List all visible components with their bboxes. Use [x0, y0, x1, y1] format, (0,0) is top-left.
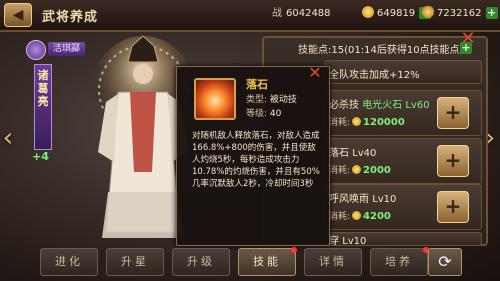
ingot-icon: [422, 6, 434, 18]
buy-skill-points-button[interactable]: +: [460, 42, 472, 54]
coin-icon: [352, 165, 362, 174]
coin-icon: [352, 117, 362, 126]
refresh-icon: ⟳: [438, 252, 452, 271]
gold-counter: 649819+: [362, 6, 432, 22]
hero-plus-level: +4: [32, 150, 49, 163]
skill-level: Lv10: [342, 236, 367, 246]
skill-name: 穿: [329, 236, 339, 246]
bottom-tabbar: 进化 升星 升级 技能 详情 培养: [34, 247, 464, 280]
back-button[interactable]: ◀: [4, 3, 32, 27]
skill-points-value: 15: [331, 45, 345, 56]
cost-value: 120000: [363, 117, 405, 128]
skill-named-level: 电光火石 Lv60: [362, 100, 430, 111]
top-bar: ◀ 武将养成 战6042488 649819+ 7232162+: [0, 0, 500, 32]
popup-skill-type: 类型: 被动技: [246, 92, 297, 105]
skill-row: 穿 Lv10: [324, 232, 482, 246]
popup-skill-level: 等级: 40: [246, 106, 281, 119]
skill-points: 技能点:15(01:14后获得10点技能点): [298, 45, 464, 56]
tab-label: 进化: [55, 255, 83, 268]
tab-label: 培养: [385, 255, 413, 268]
skill-name: 全队攻击加成+12%: [329, 70, 420, 81]
skill-points-timer: (01:14后获得10点技能点): [344, 45, 464, 56]
tab-cultivate[interactable]: 培养: [370, 247, 429, 276]
hero-name: 诸葛亮: [34, 64, 52, 150]
tab-label: 详情: [319, 255, 347, 268]
power-label: 战: [272, 8, 282, 19]
upgrade-skill-button[interactable]: +: [437, 145, 469, 177]
cost-label: 消耗:: [329, 166, 351, 176]
skill-row: 必杀技 电光火石 Lv60 消耗: 120000 +: [324, 90, 482, 136]
type-value: 被动技: [269, 95, 297, 105]
notification-dot-icon: [291, 247, 297, 253]
skill-name: 落石: [329, 148, 349, 159]
skill-cost: 消耗: 120000: [329, 115, 405, 128]
close-popup-icon[interactable]: ✕: [306, 64, 324, 82]
popup-skill-name: 落石: [246, 78, 268, 91]
popup-skill-description: 对随机敌人释放落石，对敌人造成166.8%+800的伤害，并且使敌人灼烧5秒，每…: [192, 131, 320, 189]
add-ingot-button[interactable]: +: [485, 7, 498, 19]
tab-label: 升级: [187, 255, 215, 268]
level-value: 40: [269, 109, 282, 119]
skill-name: 必杀技: [329, 100, 359, 111]
switch-hero-button[interactable]: ⟳: [428, 248, 462, 276]
skill-row: 落石 Lv40 消耗: 2000 +: [324, 138, 482, 184]
cost-label: 消耗:: [329, 212, 351, 222]
skill-row: 全队攻击加成+12%: [324, 60, 482, 84]
hero-tag: 洁琪酃: [48, 42, 86, 56]
tab-evolve[interactable]: 进化: [40, 248, 98, 276]
power-value: 6042488: [286, 8, 331, 19]
skill-cost: 消耗: 2000: [329, 163, 391, 176]
tab-label: 技能: [253, 255, 281, 268]
skill-level: Lv10: [372, 194, 397, 205]
upgrade-skill-button[interactable]: +: [437, 191, 469, 223]
tab-star-up[interactable]: 升星: [106, 248, 164, 276]
skill-name: 呼风唤雨: [329, 194, 369, 205]
upgrade-skill-button[interactable]: +: [437, 97, 469, 129]
gold-value: 649819: [377, 8, 416, 19]
skill-title: 落石 Lv40: [329, 144, 376, 159]
skill-cost: 消耗: 4200: [329, 209, 391, 222]
cost-value: 4200: [363, 211, 391, 222]
legend-badge-icon: [26, 40, 46, 60]
ingot-value: 7232162: [437, 8, 482, 19]
cost-value: 2000: [363, 165, 391, 176]
falling-rock-skill-icon: [194, 78, 236, 120]
tab-details[interactable]: 详情: [304, 248, 362, 276]
skill-title: 呼风唤雨 Lv10: [329, 190, 396, 205]
game-screen: ◀ 武将养成 战6042488 649819+ 7232162+ 洁琪酃 诸葛亮…: [0, 0, 500, 281]
page-title: 武将养成: [42, 10, 99, 25]
level-label: 等级:: [246, 109, 268, 119]
coin-icon: [352, 211, 362, 220]
cost-label: 消耗:: [329, 118, 351, 128]
skill-title: 穿 Lv10: [329, 233, 367, 246]
tab-label: 升星: [121, 255, 149, 268]
prev-hero-arrow-icon[interactable]: ‹: [0, 118, 16, 158]
tab-skills[interactable]: 技能: [238, 247, 297, 276]
back-arrow-icon: ◀: [12, 7, 24, 23]
ingot-counter: 7232162 +: [422, 6, 498, 22]
battle-power: 战 6042488: [272, 6, 331, 22]
skill-row: 呼风唤雨 Lv10 消耗: 4200 +: [324, 184, 482, 230]
skill-points-label: 技能点: [298, 45, 328, 56]
gold-coin-icon: [362, 6, 374, 18]
skill-level: Lv40: [352, 148, 377, 159]
skill-title: 必杀技 电光火石 Lv60: [329, 96, 430, 111]
tab-level-up[interactable]: 升级: [172, 248, 230, 276]
type-label: 类型:: [246, 95, 268, 105]
